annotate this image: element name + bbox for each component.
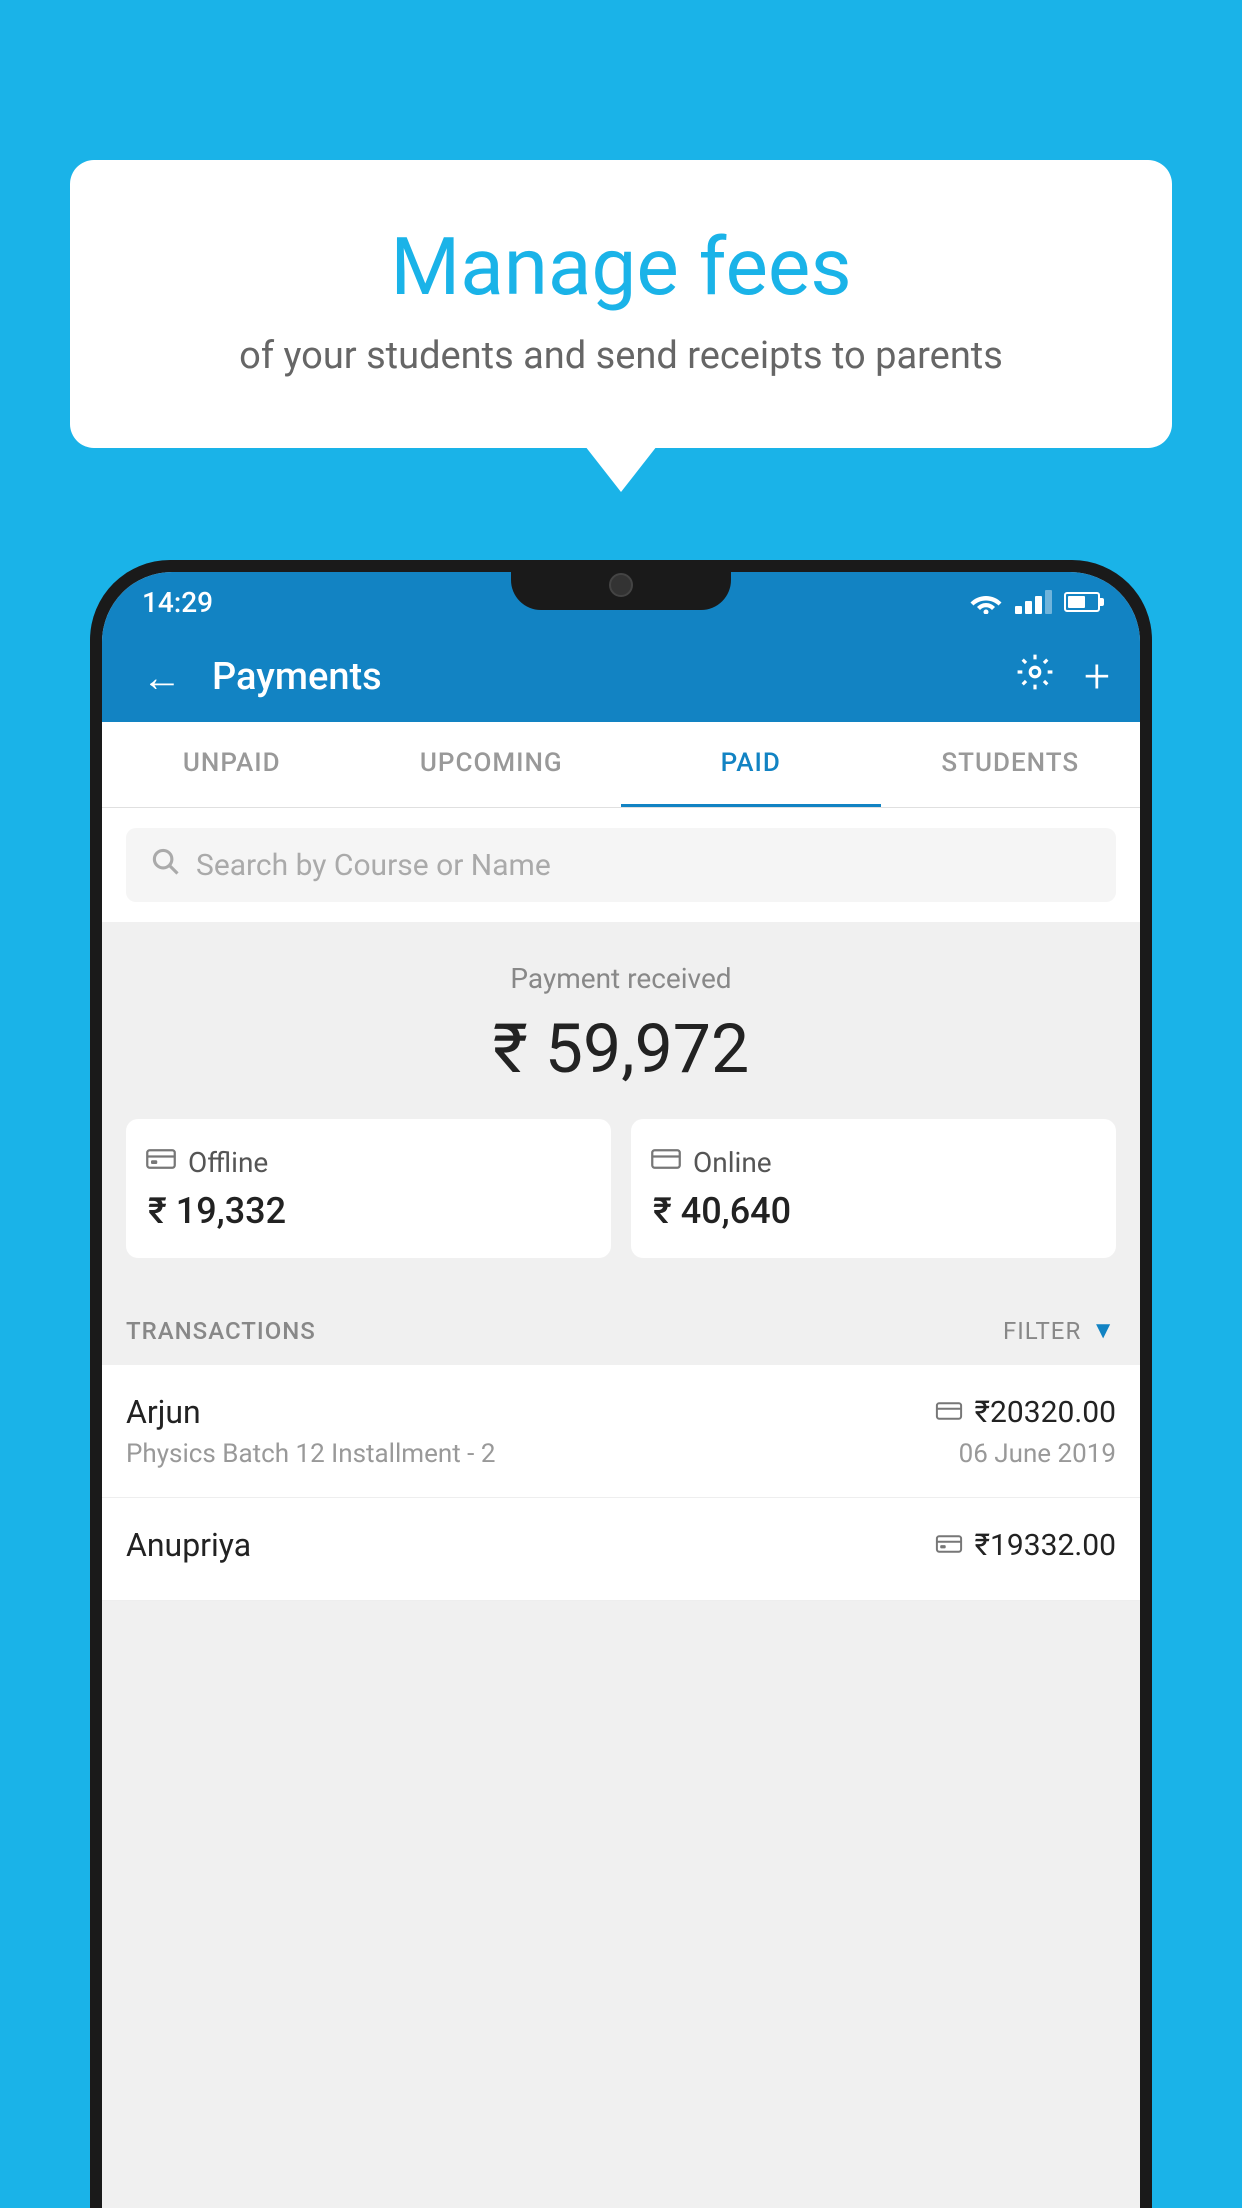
tab-students[interactable]: STUDENTS [881, 722, 1141, 807]
battery-icon [1064, 592, 1100, 612]
transaction-top: Anupriya ₹19332.00 [126, 1526, 1116, 1564]
transaction-row[interactable]: Arjun ₹20320.00 Physics Batch 12 Install… [102, 1365, 1140, 1498]
transaction-amount: ₹20320.00 [975, 1395, 1116, 1430]
payment-total-amount: ₹ 59,972 [126, 1009, 1116, 1089]
add-button[interactable]: + [1084, 650, 1110, 704]
header-title: Payments [212, 655, 1016, 699]
card-payment-icon [935, 1396, 963, 1429]
transaction-amount-container: ₹19332.00 [935, 1528, 1116, 1563]
tabs-bar: UNPAID UPCOMING PAID STUDENTS [102, 722, 1140, 808]
payment-summary: Payment received ₹ 59,972 Offline [102, 922, 1140, 1288]
speech-bubble: Manage fees of your students and send re… [70, 160, 1172, 448]
transaction-amount: ₹19332.00 [975, 1528, 1116, 1563]
online-amount: ₹ 40,640 [653, 1190, 791, 1232]
online-type: Online [693, 1146, 772, 1179]
bubble-subtitle: of your students and send receipts to pa… [130, 334, 1112, 378]
filter-label: FILTER [1003, 1317, 1081, 1345]
payment-received-label: Payment received [126, 962, 1116, 995]
wifi-icon [969, 590, 1003, 614]
transaction-top: Arjun ₹20320.00 [126, 1393, 1116, 1431]
filter-button[interactable]: FILTER ▼ [1003, 1316, 1116, 1345]
tab-upcoming[interactable]: UPCOMING [362, 722, 622, 807]
phone-frame: 14:29 [90, 560, 1152, 2208]
transactions-label: TRANSACTIONS [126, 1317, 316, 1345]
online-card: Online ₹ 40,640 [631, 1119, 1116, 1258]
battery-fill [1068, 596, 1085, 608]
offline-amount: ₹ 19,332 [148, 1190, 286, 1232]
online-card-header: Online [651, 1145, 772, 1180]
search-box[interactable]: Search by Course or Name [126, 828, 1116, 902]
back-button[interactable]: ← [132, 644, 192, 711]
online-icon [651, 1145, 681, 1180]
transaction-name: Anupriya [126, 1526, 251, 1564]
header-actions: + [1016, 650, 1110, 704]
cash-payment-icon [935, 1529, 963, 1562]
settings-icon[interactable] [1016, 653, 1054, 701]
payment-cards: Offline ₹ 19,332 Online ₹ 4 [126, 1119, 1116, 1258]
transactions-header: TRANSACTIONS FILTER ▼ [102, 1288, 1140, 1365]
bubble-title: Manage fees [130, 220, 1112, 314]
signal-icon [1015, 590, 1052, 614]
transaction-amount-container: ₹20320.00 [935, 1395, 1116, 1430]
transaction-date: 06 June 2019 [959, 1439, 1116, 1469]
phone-camera [609, 573, 633, 597]
status-icons [969, 590, 1100, 614]
app-header: ← Payments + [102, 632, 1140, 722]
tab-paid[interactable]: PAID [621, 722, 881, 807]
transaction-row[interactable]: Anupriya ₹19332.00 [102, 1498, 1140, 1601]
search-placeholder: Search by Course or Name [196, 848, 551, 883]
offline-card: Offline ₹ 19,332 [126, 1119, 611, 1258]
search-container: Search by Course or Name [102, 808, 1140, 922]
speech-bubble-container: Manage fees of your students and send re… [70, 160, 1172, 448]
offline-card-header: Offline [146, 1145, 268, 1180]
status-time: 14:29 [142, 586, 213, 619]
transaction-bottom: Physics Batch 12 Installment - 2 06 June… [126, 1439, 1116, 1469]
search-icon [150, 846, 180, 884]
offline-icon [146, 1145, 176, 1180]
offline-type: Offline [188, 1146, 268, 1179]
filter-icon: ▼ [1091, 1316, 1116, 1345]
transaction-name: Arjun [126, 1393, 201, 1431]
transaction-detail: Physics Batch 12 Installment - 2 [126, 1439, 495, 1469]
phone-screen: 14:29 [102, 572, 1140, 2208]
phone-notch [511, 560, 731, 610]
tab-unpaid[interactable]: UNPAID [102, 722, 362, 807]
